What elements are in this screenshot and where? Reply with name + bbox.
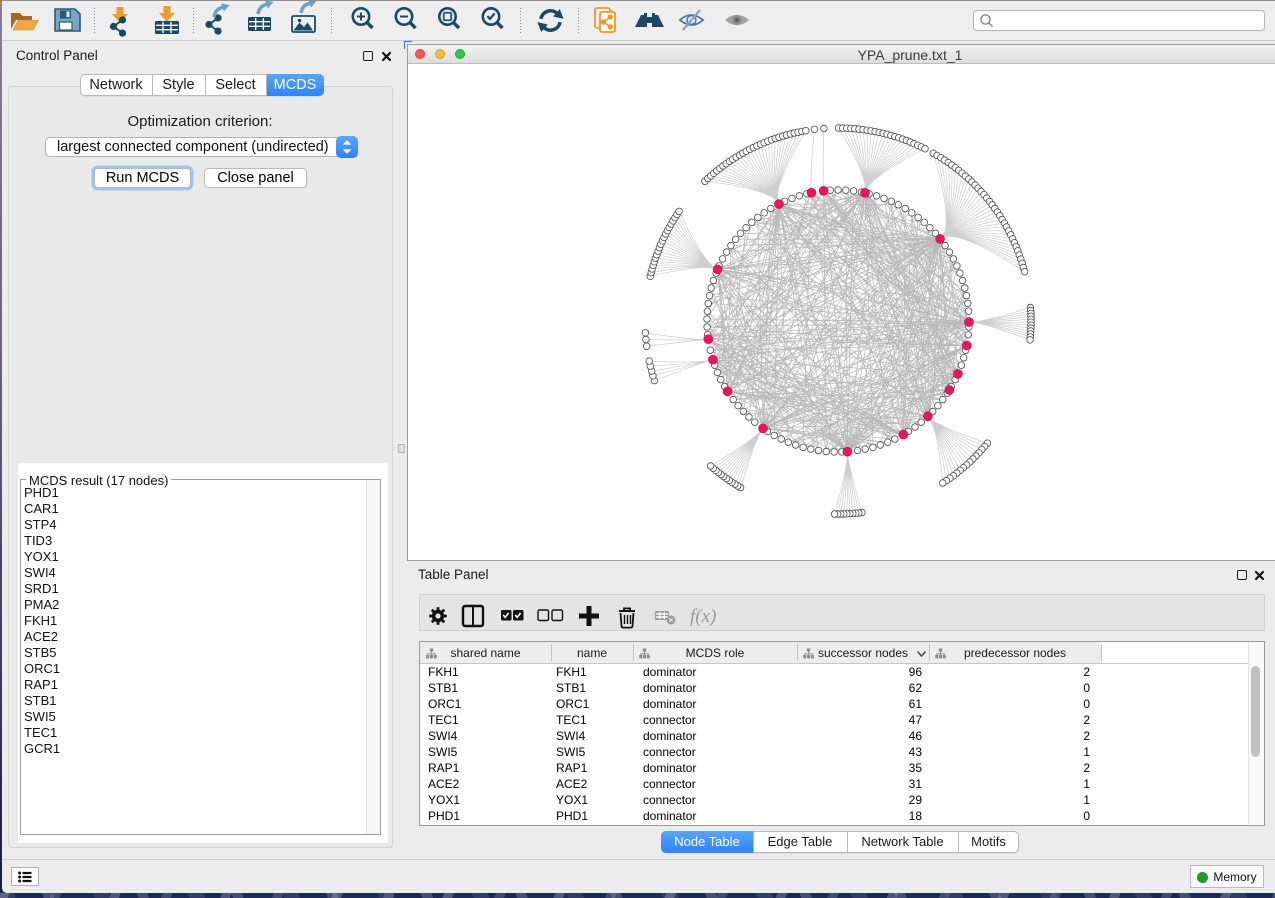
svg-text:f(x): f(x) [690, 606, 716, 627]
